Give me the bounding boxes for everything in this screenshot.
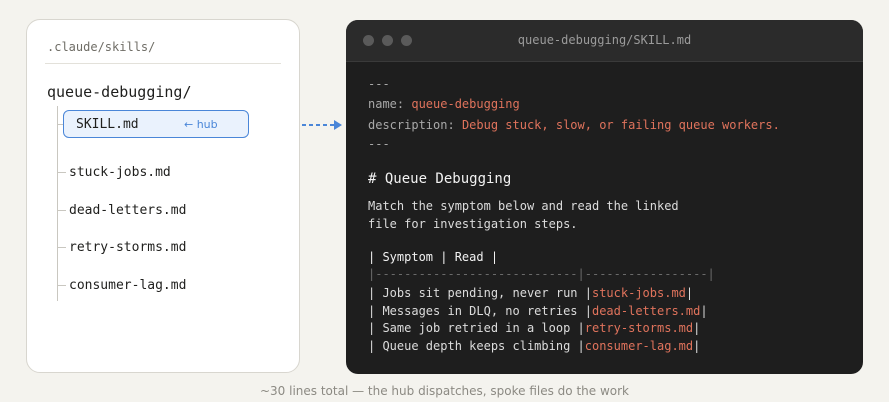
description-value: Debug stuck, slow, or failing queue work… bbox=[461, 118, 780, 132]
window-titlebar: queue-debugging/SKILL.md bbox=[346, 20, 863, 62]
row-end: | bbox=[685, 286, 694, 300]
window-title: queue-debugging/SKILL.md bbox=[517, 33, 692, 47]
table-row: | Same job retried in a loop |retry-stor… bbox=[368, 321, 700, 335]
table-row: | Jobs sit pending, never run |stuck-job… bbox=[368, 286, 693, 300]
tree-connector-branch bbox=[57, 172, 66, 173]
name-key: name: bbox=[368, 97, 405, 111]
file-tree-panel: .claude/skills/ queue-debugging/ SKILL.m… bbox=[26, 19, 300, 373]
table-header: | Symptom | Read | bbox=[368, 250, 499, 264]
row-link[interactable]: stuck-jobs.md bbox=[592, 286, 686, 300]
code-window: queue-debugging/SKILL.md --- name: queue… bbox=[346, 20, 863, 374]
hub-file-skill-md[interactable]: SKILL.md ← hub bbox=[63, 110, 249, 138]
caption: ~30 lines total — the hub dispatches, sp… bbox=[259, 384, 630, 398]
tree-divider bbox=[45, 63, 281, 64]
tree-file-item[interactable]: consumer-lag.md bbox=[69, 278, 186, 293]
row-symptom: | Queue depth keeps climbing | bbox=[368, 339, 585, 353]
markdown-heading: # Queue Debugging bbox=[368, 171, 512, 187]
tree-connector-branch bbox=[57, 285, 66, 286]
row-symptom: | Jobs sit pending, never run | bbox=[368, 286, 592, 300]
row-symptom: | Messages in DLQ, no retries | bbox=[368, 304, 592, 318]
hub-file-name: SKILL.md bbox=[76, 117, 139, 132]
row-end: | bbox=[700, 304, 708, 318]
row-link[interactable]: retry-storms.md bbox=[585, 321, 693, 335]
frontmatter-name-line: name: queue-debugging bbox=[368, 97, 520, 111]
hub-tag: ← hub bbox=[184, 118, 218, 131]
tree-root-folder[interactable]: queue-debugging/ bbox=[47, 83, 192, 101]
frontmatter-description-line: description: Debug stuck, slow, or faili… bbox=[368, 118, 780, 132]
tree-file-item[interactable]: dead-letters.md bbox=[69, 203, 186, 218]
tree-file-item[interactable]: retry-storms.md bbox=[69, 240, 186, 255]
row-end: | bbox=[693, 321, 701, 335]
body-text-line: Match the symptom below and read the lin… bbox=[368, 199, 679, 213]
row-link[interactable]: consumer-lag.md bbox=[585, 339, 693, 353]
frontmatter-close: --- bbox=[368, 137, 390, 151]
tree-connector-line bbox=[57, 106, 58, 301]
row-end: | bbox=[693, 339, 701, 353]
row-symptom: | Same job retried in a loop | bbox=[368, 321, 585, 335]
table-row: | Queue depth keeps climbing |consumer-l… bbox=[368, 339, 700, 353]
frontmatter-open: --- bbox=[368, 77, 390, 91]
body-text-line: file for investigation steps. bbox=[368, 217, 578, 231]
table-separator: |----------------------------|----------… bbox=[368, 267, 715, 281]
tree-connector-branch bbox=[57, 247, 66, 248]
description-key: description: bbox=[368, 118, 455, 132]
tree-file-item[interactable]: stuck-jobs.md bbox=[69, 165, 171, 180]
tree-path: .claude/skills/ bbox=[47, 40, 156, 54]
name-value: queue-debugging bbox=[411, 97, 520, 111]
dashed-arrow-icon bbox=[302, 120, 342, 130]
row-link[interactable]: dead-letters.md bbox=[592, 304, 700, 318]
table-row: | Messages in DLQ, no retries |dead-lett… bbox=[368, 304, 708, 318]
tree-connector-branch bbox=[57, 210, 66, 211]
